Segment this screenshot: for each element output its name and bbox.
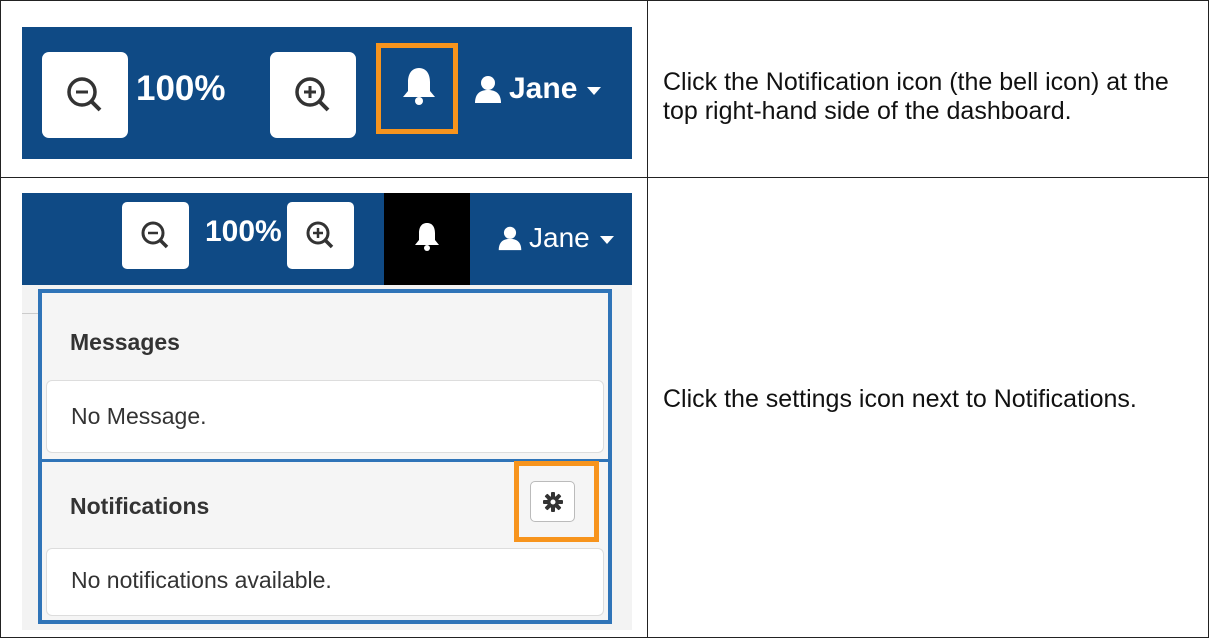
zoom-out-icon	[141, 221, 169, 249]
notifications-box: No notifications available.	[46, 548, 604, 616]
notifications-empty-text: No notifications available.	[71, 567, 332, 593]
user-menu[interactable]: Jane	[497, 222, 614, 254]
messages-empty-text: No Message.	[71, 403, 207, 429]
notifications-heading: Notifications	[70, 493, 210, 519]
chevron-down-icon	[599, 236, 614, 244]
zoom-out-button[interactable]	[42, 52, 128, 138]
zoom-out-icon	[67, 77, 102, 112]
zoom-level: 100%	[136, 69, 226, 108]
notification-settings-button[interactable]	[530, 481, 575, 522]
row-divider	[0, 177, 1209, 178]
user-name: Jane	[529, 222, 590, 253]
chevron-down-icon	[587, 87, 602, 95]
gear-icon	[542, 491, 563, 512]
instruction-step-2: Click the settings icon next to Notifica…	[663, 385, 1137, 413]
notification-panel: Messages No Message. Notifications No no…	[38, 289, 612, 624]
zoom-in-button[interactable]	[287, 202, 354, 269]
messages-box: No Message.	[46, 380, 604, 453]
bell-icon	[403, 68, 435, 105]
zoom-in-button[interactable]	[270, 52, 356, 138]
zoom-in-icon	[306, 221, 334, 249]
column-divider	[647, 0, 648, 638]
user-icon	[498, 226, 522, 251]
user-icon	[475, 76, 501, 103]
notification-bell-button[interactable]	[391, 59, 447, 120]
zoom-out-button[interactable]	[122, 202, 189, 269]
user-menu[interactable]: Jane	[473, 72, 602, 106]
instruction-step-1: Click the Notification icon (the bell ic…	[663, 68, 1169, 125]
toolbar-screenshot-1: 100% Jane	[22, 27, 632, 159]
notification-bell-button[interactable]	[384, 193, 470, 285]
messages-heading: Messages	[70, 329, 180, 355]
zoom-in-icon	[295, 77, 330, 112]
toolbar-screenshot-2: 100% Jane	[22, 193, 632, 285]
bell-icon	[415, 223, 439, 251]
zoom-level: 100%	[205, 215, 282, 248]
user-name: Jane	[509, 72, 578, 105]
